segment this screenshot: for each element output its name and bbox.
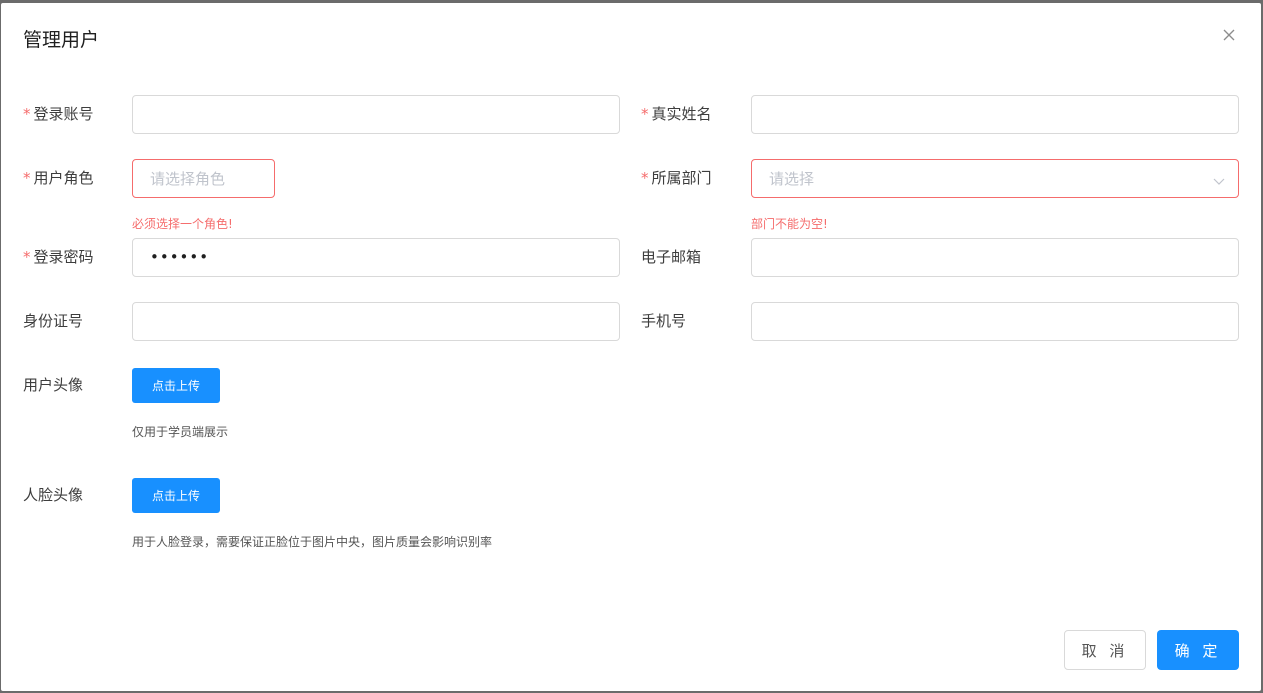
required-mark: * bbox=[641, 169, 649, 187]
required-mark: * bbox=[641, 105, 649, 123]
confirm-button[interactable]: 确 定 bbox=[1157, 630, 1239, 670]
login-account-input[interactable] bbox=[132, 95, 620, 134]
face-hint: 用于人脸登录，需要保证正脸位于图片中央，图片质量会影响识别率 bbox=[132, 535, 493, 549]
id-number-input[interactable] bbox=[132, 302, 620, 341]
required-mark: * bbox=[23, 169, 31, 187]
chevron-down-icon bbox=[1212, 173, 1226, 187]
required-mark: * bbox=[23, 248, 31, 266]
real-name-input[interactable] bbox=[751, 95, 1239, 134]
required-mark: * bbox=[23, 105, 31, 123]
real-name-label: * 真实姓名 bbox=[641, 105, 712, 123]
password-input[interactable] bbox=[132, 238, 620, 277]
user-role-error: 必须选择一个角色! bbox=[132, 217, 233, 231]
phone-label: 手机号 bbox=[641, 312, 687, 330]
avatar-label: 用户头像 bbox=[23, 376, 84, 394]
email-input[interactable] bbox=[751, 238, 1239, 277]
face-label: 人脸头像 bbox=[23, 486, 84, 504]
department-label: * 所属部门 bbox=[641, 169, 712, 187]
department-error: 部门不能为空! bbox=[751, 217, 828, 231]
login-account-label: * 登录账号 bbox=[23, 105, 94, 123]
avatar-upload-button[interactable]: 点击上传 bbox=[132, 368, 220, 403]
close-icon[interactable] bbox=[1219, 25, 1239, 45]
id-number-label: 身份证号 bbox=[23, 312, 84, 330]
dialog-title: 管理用户 bbox=[23, 29, 100, 51]
manage-user-dialog: 管理用户 *登录账号 *真实姓名 *用户角色 必须选择一个角色! *所属部门 请… bbox=[1, 3, 1261, 691]
user-role-input[interactable] bbox=[132, 159, 275, 198]
email-label: 电子邮箱 bbox=[641, 248, 702, 266]
department-select[interactable]: 请选择 bbox=[751, 159, 1239, 198]
cancel-button[interactable]: 取 消 bbox=[1064, 630, 1146, 670]
phone-input[interactable] bbox=[751, 302, 1239, 341]
department-placeholder: 请选择 bbox=[769, 170, 815, 188]
user-role-label: * 用户角色 bbox=[23, 169, 94, 187]
password-label: * 登录密码 bbox=[23, 248, 94, 266]
avatar-hint: 仅用于学员端展示 bbox=[132, 425, 229, 439]
face-upload-button[interactable]: 点击上传 bbox=[132, 478, 220, 513]
